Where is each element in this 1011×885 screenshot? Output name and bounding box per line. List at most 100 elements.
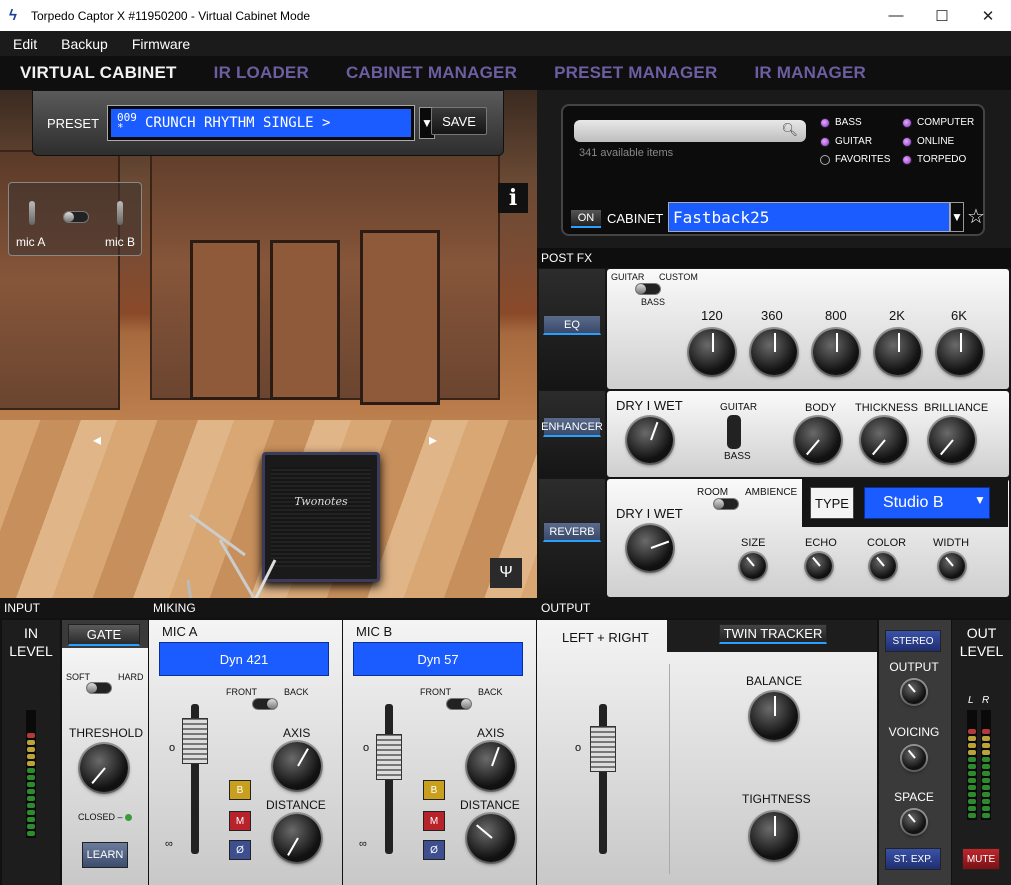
mic-a-mute-button[interactable]: M <box>229 811 251 831</box>
tuner-fork-icon[interactable]: Ψ <box>490 558 522 588</box>
balance-knob[interactable] <box>750 692 798 740</box>
enhancer-mode-switch[interactable] <box>727 415 741 449</box>
tightness-knob[interactable] <box>750 812 798 860</box>
cabinet-on-button[interactable]: ON <box>571 210 601 228</box>
enhancer-bass-label: BASS <box>724 451 751 462</box>
output-level-fader[interactable] <box>590 726 616 772</box>
out-level-panel: OUT LEVEL L R MUTE <box>952 620 1011 885</box>
mic-b-axis-knob[interactable] <box>467 742 515 790</box>
filter-guitar[interactable]: GUITAR <box>820 136 872 147</box>
mic-b-distance-knob[interactable] <box>467 814 515 862</box>
mute-button[interactable]: MUTE <box>962 848 1000 870</box>
mic-a-model-display[interactable]: Dyn 421 <box>159 642 329 676</box>
menu-firmware[interactable]: Firmware <box>132 36 190 52</box>
mic-a-position-switch[interactable] <box>252 698 278 710</box>
enhancer-section: ENHANCER DRY I WET GUITAR BASS BODY THIC… <box>537 390 1011 478</box>
eq-6k-knob[interactable] <box>937 329 983 375</box>
mic-a-axis-knob[interactable] <box>273 742 321 790</box>
tab-virtual-cabinet[interactable]: VIRTUAL CABINET <box>20 63 177 83</box>
space-label: SPACE <box>894 790 934 804</box>
reverb-drywet-knob[interactable] <box>627 525 673 571</box>
reverb-type-label: TYPE <box>810 487 854 519</box>
enhancer-thickness-knob[interactable] <box>861 417 907 463</box>
voicing-knob[interactable] <box>902 746 926 770</box>
gate-soft-label: SOFT <box>66 672 90 682</box>
output-knob[interactable] <box>902 680 926 704</box>
maximize-button[interactable]: ☐ <box>919 0 965 31</box>
reverb-section: REVERB DRY I WET ROOM AMBIENCE TYPE Stud… <box>537 478 1011 598</box>
stereo-button[interactable]: STEREO <box>885 630 941 652</box>
minimize-button[interactable]: — <box>873 0 919 31</box>
mic-b-phase-button[interactable]: Ø <box>423 840 445 860</box>
filter-favorites[interactable]: FAVORITES <box>820 154 890 165</box>
mic-b-b-button[interactable]: B <box>423 780 445 800</box>
eq-mode-switch[interactable] <box>635 283 661 295</box>
mic-a-icon[interactable] <box>29 201 35 225</box>
eq-360-knob[interactable] <box>751 329 797 375</box>
mic-a-axis-label: AXIS <box>283 726 311 740</box>
favorite-star-icon[interactable]: ☆ <box>967 204 985 229</box>
threshold-knob[interactable] <box>80 744 128 792</box>
mic-b-mute-button[interactable]: M <box>423 811 445 831</box>
filter-online[interactable]: ONLINE <box>902 136 954 147</box>
mic-b-position-switch[interactable] <box>446 698 472 710</box>
tab-ir-manager[interactable]: IR MANAGER <box>754 63 866 83</box>
twin-tracker-button[interactable]: TWIN TRACKER <box>719 624 827 644</box>
eq-button[interactable]: EQ <box>543 315 601 335</box>
mic-a-phase-button[interactable]: Ø <box>229 840 251 860</box>
mic-a-b-button[interactable]: B <box>229 780 251 800</box>
eq-800-knob[interactable] <box>813 329 859 375</box>
menu-backup[interactable]: Backup <box>61 36 108 52</box>
stereo-expander-button[interactable]: ST. EXP. <box>885 848 941 870</box>
input-title: INPUT <box>0 598 149 618</box>
mic-b-icon[interactable] <box>117 201 123 225</box>
mic-ab-toggle[interactable] <box>63 211 89 223</box>
enhancer-button[interactable]: ENHANCER <box>541 417 603 437</box>
cabinet-search-input[interactable]: 🔍︎ <box>574 120 806 142</box>
reverb-mode-switch[interactable] <box>713 498 739 510</box>
save-button[interactable]: SAVE <box>431 107 487 135</box>
mic-a-distance-knob[interactable] <box>273 814 321 862</box>
enhancer-drywet-label: DRY I WET <box>616 398 683 413</box>
filter-computer[interactable]: COMPUTER <box>902 117 974 128</box>
reverb-button[interactable]: REVERB <box>543 522 601 542</box>
mic-b-level-fader[interactable] <box>376 734 402 780</box>
cabinet-name-display[interactable]: Fastback25 <box>668 202 950 232</box>
gate-mode-switch[interactable] <box>86 682 112 694</box>
output-panel: LEFT + RIGHT TWIN TRACKER o BALANCE TIGH… <box>537 620 877 885</box>
mic-a-level-fader[interactable] <box>182 718 208 764</box>
enhancer-brilliance-knob[interactable] <box>929 417 975 463</box>
reverb-color-knob[interactable] <box>870 553 896 579</box>
reverb-echo-label: ECHO <box>805 537 837 549</box>
space-knob[interactable] <box>902 810 926 834</box>
info-button[interactable]: i <box>498 183 528 213</box>
enhancer-drywet-knob[interactable] <box>627 417 673 463</box>
reverb-type-dropdown-icon[interactable]: ▼ <box>974 493 986 507</box>
preset-display[interactable]: 009 * CRUNCH RHYTHM SINGLE > <box>107 105 415 141</box>
filter-bass[interactable]: BASS <box>820 117 862 128</box>
mic-stands-icon[interactable] <box>160 500 300 598</box>
tab-left-right[interactable]: LEFT + RIGHT <box>562 630 649 645</box>
tab-ir-loader[interactable]: IR LOADER <box>214 63 309 83</box>
rotate-right-icon[interactable]: ▸ <box>429 430 437 450</box>
reverb-type-display[interactable]: Studio B <box>864 487 990 519</box>
gate-button[interactable]: GATE <box>68 624 140 646</box>
filter-torpedo[interactable]: TORPEDO <box>902 154 966 165</box>
tab-cabinet-manager[interactable]: CABINET MANAGER <box>346 63 517 83</box>
reverb-size-knob[interactable] <box>740 553 766 579</box>
rotate-left-icon[interactable]: ◂ <box>93 430 101 450</box>
reverb-echo-knob[interactable] <box>806 553 832 579</box>
eq-120-knob[interactable] <box>689 329 735 375</box>
enhancer-body-knob[interactable] <box>795 417 841 463</box>
cabinet-dropdown-icon[interactable]: ▼ <box>950 202 964 232</box>
virtual-room[interactable]: Twonotes ◂ ▸ i Ψ <box>0 90 537 598</box>
mic-b-model-display[interactable]: Dyn 57 <box>353 642 523 676</box>
eq-2k-label: 2K <box>889 308 905 323</box>
menu-edit[interactable]: Edit <box>13 36 37 52</box>
reverb-width-knob[interactable] <box>939 553 965 579</box>
eq-2k-knob[interactable] <box>875 329 921 375</box>
tab-preset-manager[interactable]: PRESET MANAGER <box>554 63 717 83</box>
learn-button[interactable]: LEARN <box>82 842 128 868</box>
close-button[interactable]: ✕ <box>965 0 1011 31</box>
app-logo-icon: ϟ <box>9 6 17 24</box>
